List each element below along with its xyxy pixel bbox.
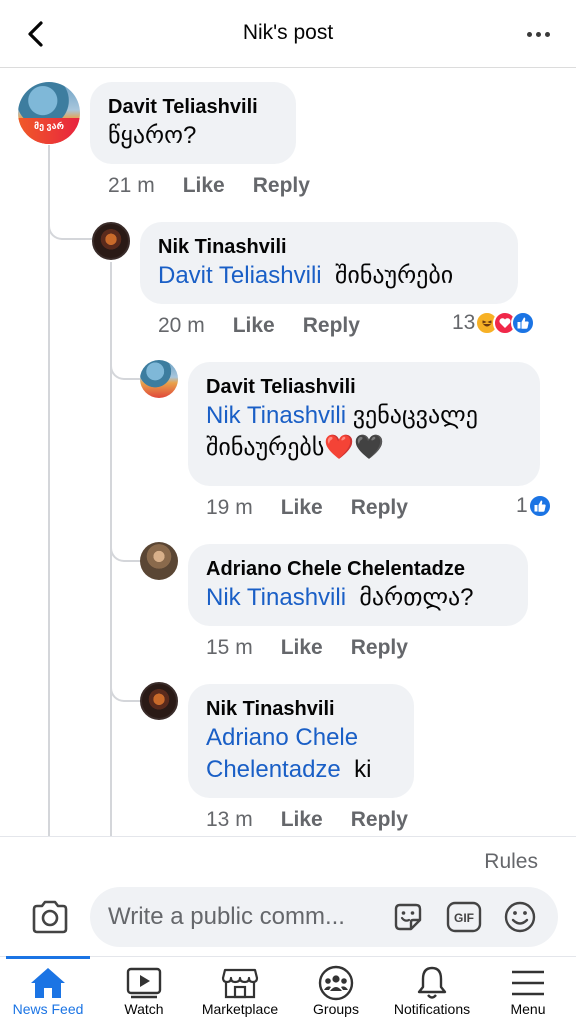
reply-button[interactable]: Reply: [303, 314, 360, 338]
reply-button[interactable]: Reply: [253, 174, 310, 198]
menu-icon: [512, 970, 544, 996]
camera-icon: [32, 900, 68, 934]
comment-author[interactable]: Nik Tinashvili: [158, 234, 500, 260]
reaction-count: 13: [452, 311, 476, 334]
nav-label: Groups: [313, 1001, 359, 1017]
reply-button[interactable]: Reply: [351, 808, 408, 832]
marketplace-icon: [221, 968, 259, 999]
avatar[interactable]: [140, 682, 178, 720]
top-bar: Nik's post: [0, 0, 576, 68]
avatar[interactable]: მე ვარ: [18, 82, 80, 144]
comment-text: შინაურებს: [206, 434, 325, 461]
thread-elbow: [110, 530, 142, 562]
comment-bubble[interactable]: Nik Tinashvili Adriano Chele Chelentadze…: [188, 684, 414, 798]
nav-label: News Feed: [12, 1001, 84, 1017]
mention-link[interactable]: Nik Tinashvili: [206, 402, 346, 429]
page-title: Nik's post: [242, 21, 334, 44]
heart-emoji: ❤️🖤: [324, 434, 385, 461]
comment-composer: GIF: [90, 887, 558, 947]
reply-button[interactable]: Reply: [351, 496, 408, 520]
like-button[interactable]: Like: [281, 496, 323, 520]
comment-input[interactable]: [108, 899, 388, 935]
comment-bubble[interactable]: Davit Teliashvili Nik Tinashvili ვენაცვა…: [188, 362, 540, 486]
mention-link[interactable]: Nik Tinashvili: [206, 584, 346, 611]
comment-text: მართლა?: [359, 584, 474, 611]
comment-actions: 21 m Like Reply: [108, 174, 310, 198]
nav-menu[interactable]: Menu: [480, 957, 576, 1024]
nav-marketplace[interactable]: Marketplace: [192, 957, 288, 1024]
avatar[interactable]: [140, 542, 178, 580]
thread-elbow: [110, 670, 142, 702]
nav-watch[interactable]: Watch: [96, 957, 192, 1024]
comment-actions: 19 m Like Reply: [206, 496, 408, 520]
comment-bubble[interactable]: Adriano Chele Chelentadze Nik Tinashvili…: [188, 544, 528, 626]
comment-time: 21 m: [108, 174, 155, 197]
comment-author[interactable]: Nik Tinashvili: [206, 696, 396, 722]
bottom-nav: News Feed Watch Marketplace Groups Notif…: [0, 956, 576, 1024]
camera-button[interactable]: [28, 895, 72, 939]
sticker-button[interactable]: [390, 899, 426, 935]
like-button[interactable]: Like: [233, 314, 275, 338]
comment-text: ki: [354, 756, 372, 783]
gif-icon: GIF: [446, 901, 482, 933]
smiley-icon: [504, 901, 536, 933]
nav-notifications[interactable]: Notifications: [384, 957, 480, 1024]
reaction-count: 1: [516, 494, 528, 517]
emoji-button[interactable]: [502, 899, 538, 935]
comment-author[interactable]: Davit Teliashvili: [206, 374, 522, 400]
comment-time: 19 m: [206, 496, 253, 519]
like-reaction-icon: [527, 494, 552, 518]
avatar-badge: მე ვარ: [18, 117, 80, 144]
more-dot-icon: [526, 31, 532, 37]
svg-text:GIF: GIF: [454, 911, 474, 925]
avatar[interactable]: [140, 360, 178, 398]
mention-link[interactable]: Adriano Chele: [206, 724, 358, 751]
comment-actions: 13 m Like Reply: [206, 808, 408, 832]
comment-time: 20 m: [158, 314, 205, 337]
nav-label: Marketplace: [201, 1001, 279, 1017]
rules-link[interactable]: Rules: [484, 850, 538, 874]
comment-actions: 20 m Like Reply: [158, 314, 360, 338]
comment-author[interactable]: Adriano Chele Chelentadze: [206, 556, 510, 582]
nav-groups[interactable]: Groups: [288, 957, 384, 1024]
nav-label: Watch: [124, 1001, 164, 1017]
like-reaction-icon: [511, 311, 536, 335]
comment-text: ვენაცვალე: [352, 402, 478, 429]
gif-button[interactable]: GIF: [446, 899, 482, 935]
reply-button[interactable]: Reply: [351, 636, 408, 660]
nav-news-feed[interactable]: News Feed: [0, 956, 96, 1024]
comment-author[interactable]: Davit Teliashvili: [108, 94, 278, 120]
more-options-button[interactable]: [518, 18, 558, 50]
nav-label: Menu: [510, 1001, 546, 1017]
groups-icon: [318, 965, 354, 1001]
comment-bubble[interactable]: Nik Tinashvili Davit Teliashvili შინაურე…: [140, 222, 518, 304]
like-button[interactable]: Like: [281, 808, 323, 832]
like-button[interactable]: Like: [281, 636, 323, 660]
watch-icon: [126, 967, 162, 999]
comment-time: 15 m: [206, 636, 253, 659]
comment-actions: 15 m Like Reply: [206, 636, 408, 660]
divider: [0, 836, 576, 837]
mention-link[interactable]: Chelentadze: [206, 756, 341, 783]
thread-elbow: [110, 350, 142, 380]
sticker-icon: [394, 903, 422, 931]
home-icon: [31, 968, 65, 998]
comment-text: შინაურები: [334, 262, 454, 289]
thread-line-main: [48, 145, 50, 837]
reaction-summary[interactable]: 13: [452, 311, 536, 335]
reaction-summary[interactable]: 1: [516, 494, 552, 518]
comment-bubble[interactable]: Davit Teliashvili წყარო?: [90, 82, 296, 164]
mention-link[interactable]: Davit Teliashvili: [158, 262, 322, 289]
nav-label: Notifications: [393, 1001, 471, 1017]
avatar[interactable]: [92, 222, 130, 260]
comment-time: 13 m: [206, 808, 253, 831]
like-button[interactable]: Like: [183, 174, 225, 198]
comment-text: წყარო?: [108, 122, 197, 149]
thread-elbow: [48, 212, 92, 240]
bell-icon: [417, 966, 447, 999]
